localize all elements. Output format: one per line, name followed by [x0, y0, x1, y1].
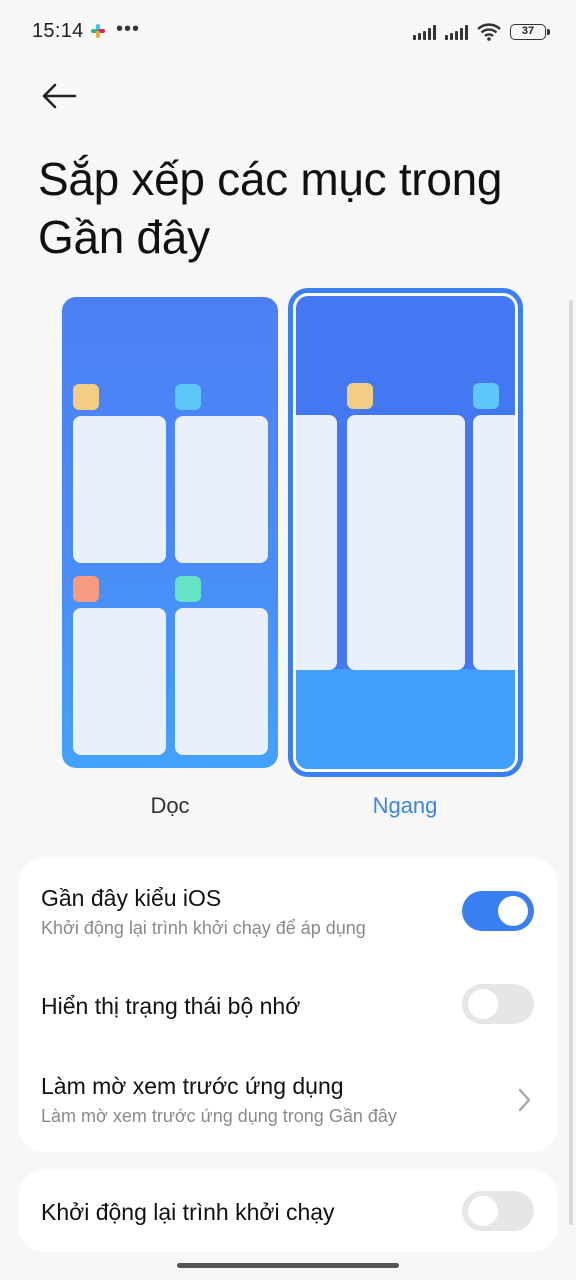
signal-icon	[445, 24, 468, 40]
status-time: 15:14	[32, 20, 84, 42]
app-icon-placeholder	[175, 576, 201, 602]
setting-subtitle: Làm mờ xem trước ứng dụng trong Gần đây	[41, 1106, 397, 1126]
arrow-left-icon	[42, 83, 77, 109]
ios-recents-toggle[interactable]	[462, 891, 534, 931]
setting-title: Hiển thị trạng thái bộ nhớ	[41, 993, 301, 1019]
battery-icon: 37	[510, 24, 550, 40]
wifi-icon	[477, 23, 501, 41]
status-icons: 37	[413, 20, 550, 44]
memory-status-toggle[interactable]	[462, 984, 534, 1024]
app-card-placeholder	[175, 416, 268, 563]
layout-option-horizontal[interactable]	[288, 288, 523, 777]
scrollbar[interactable]	[569, 300, 573, 1225]
app-icon-placeholder	[73, 384, 99, 410]
layout-label-vertical[interactable]: Dọc	[70, 793, 270, 819]
app-card-placeholder	[473, 415, 515, 670]
app-card-placeholder	[296, 415, 337, 670]
layout-option-vertical[interactable]	[62, 297, 278, 768]
app-notification-icon	[91, 24, 105, 38]
settings-group: Gần đây kiểu iOS Khởi động lại trình khở…	[18, 858, 558, 1152]
chevron-right-icon	[518, 1088, 531, 1112]
setting-title: Gần đây kiểu iOS	[41, 885, 222, 911]
horizontal-preview-screen	[296, 296, 515, 769]
app-card-placeholder	[347, 415, 465, 670]
setting-ios-recents[interactable]: Gần đây kiểu iOS Khởi động lại trình khở…	[18, 858, 558, 964]
signal-icon	[413, 24, 436, 40]
app-card-placeholder	[73, 608, 166, 755]
more-notifications-icon: •••	[116, 18, 141, 40]
app-icon-placeholder	[347, 383, 373, 409]
setting-title: Làm mờ xem trước ứng dụng	[41, 1073, 344, 1099]
home-indicator[interactable]	[177, 1263, 399, 1268]
app-icon-placeholder	[73, 576, 99, 602]
app-icon-placeholder	[473, 383, 499, 409]
setting-memory-status[interactable]: Hiển thị trạng thái bộ nhớ	[18, 964, 558, 1048]
setting-title: Khởi động lại trình khởi chạy	[41, 1199, 335, 1225]
setting-restart-launcher[interactable]: Khởi động lại trình khởi chạy	[18, 1170, 558, 1252]
preview-bottom-area	[296, 669, 515, 769]
page-title: Sắp xếp các mục trong Gần đây	[38, 153, 503, 263]
app-card-placeholder	[73, 416, 166, 563]
back-button[interactable]	[34, 74, 84, 118]
settings-group-restart: Khởi động lại trình khởi chạy	[18, 1170, 558, 1252]
setting-subtitle: Khởi động lại trình khởi chạy để áp dụng	[41, 918, 366, 938]
layout-label-horizontal[interactable]: Ngang	[305, 793, 505, 819]
status-bar: 15:14 ••• 37	[0, 0, 576, 64]
restart-launcher-toggle[interactable]	[462, 1191, 534, 1231]
setting-blur-preview[interactable]: Làm mờ xem trước ứng dụng Làm mờ xem trư…	[18, 1048, 558, 1152]
app-card-placeholder	[175, 608, 268, 755]
app-icon-placeholder	[175, 384, 201, 410]
